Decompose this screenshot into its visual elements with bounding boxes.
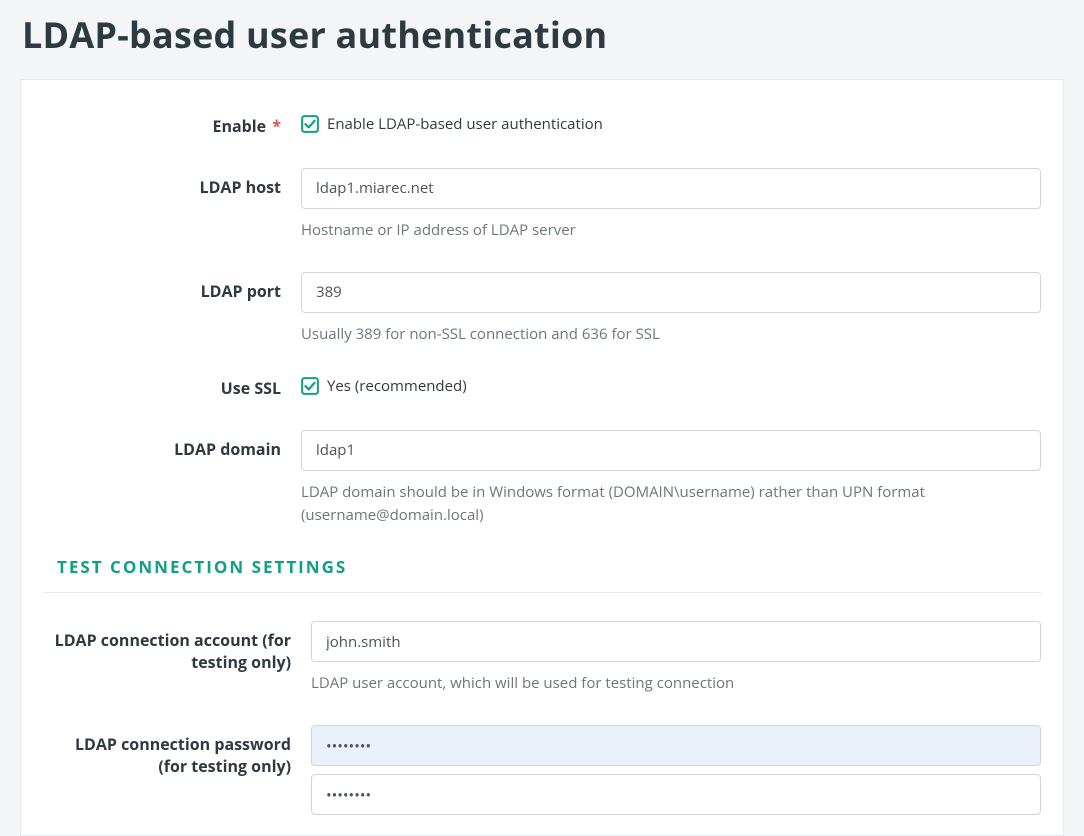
help-ldap-domain: LDAP domain should be in Windows format …: [301, 481, 1041, 528]
field-use-ssl: Use SSL Yes (recommended): [43, 376, 1041, 400]
required-mark: *: [272, 115, 281, 137]
ldap-domain-input[interactable]: [301, 430, 1041, 471]
label-test-password: LDAP connection password (for testing on…: [43, 725, 311, 777]
test-password-confirm-input[interactable]: [311, 774, 1041, 815]
settings-panel: Enable * Enable LDAP-based user authenti…: [20, 79, 1064, 836]
ldap-host-input[interactable]: [301, 168, 1041, 209]
label-ldap-host: LDAP host: [43, 168, 301, 199]
help-test-account: LDAP user account, which will be used fo…: [311, 672, 1041, 695]
page-title: LDAP-based user authentication: [20, 0, 1064, 79]
label-ldap-port: LDAP port: [43, 272, 301, 303]
label-ldap-domain: LDAP domain: [43, 430, 301, 461]
test-password-input[interactable]: [311, 725, 1041, 766]
section-divider: [43, 592, 1041, 593]
help-ldap-port: Usually 389 for non-SSL connection and 6…: [301, 323, 1041, 346]
checkbox-enable[interactable]: Enable LDAP-based user authentication: [301, 114, 1041, 134]
field-ldap-port: LDAP port Usually 389 for non-SSL connec…: [43, 272, 1041, 346]
checkbox-use-ssl-label: Yes (recommended): [327, 376, 467, 396]
checkbox-checked-icon: [301, 115, 319, 133]
test-account-input[interactable]: [311, 621, 1041, 662]
label-use-ssl: Use SSL: [43, 376, 301, 400]
checkbox-use-ssl[interactable]: Yes (recommended): [301, 376, 1041, 396]
checkbox-enable-label: Enable LDAP-based user authentication: [327, 114, 603, 134]
field-ldap-domain: LDAP domain LDAP domain should be in Win…: [43, 430, 1041, 528]
label-test-account: LDAP connection account (for testing onl…: [43, 621, 311, 673]
label-enable-text: Enable: [213, 115, 267, 137]
checkbox-checked-icon: [301, 377, 319, 395]
section-heading-test-connection: Test Connection Settings: [43, 555, 1041, 592]
ldap-port-input[interactable]: [301, 272, 1041, 313]
field-test-password: LDAP connection password (for testing on…: [43, 725, 1041, 815]
field-test-account: LDAP connection account (for testing onl…: [43, 621, 1041, 695]
field-ldap-host: LDAP host Hostname or IP address of LDAP…: [43, 168, 1041, 242]
help-ldap-host: Hostname or IP address of LDAP server: [301, 219, 1041, 242]
field-enable: Enable * Enable LDAP-based user authenti…: [43, 114, 1041, 138]
label-enable: Enable *: [43, 114, 301, 138]
